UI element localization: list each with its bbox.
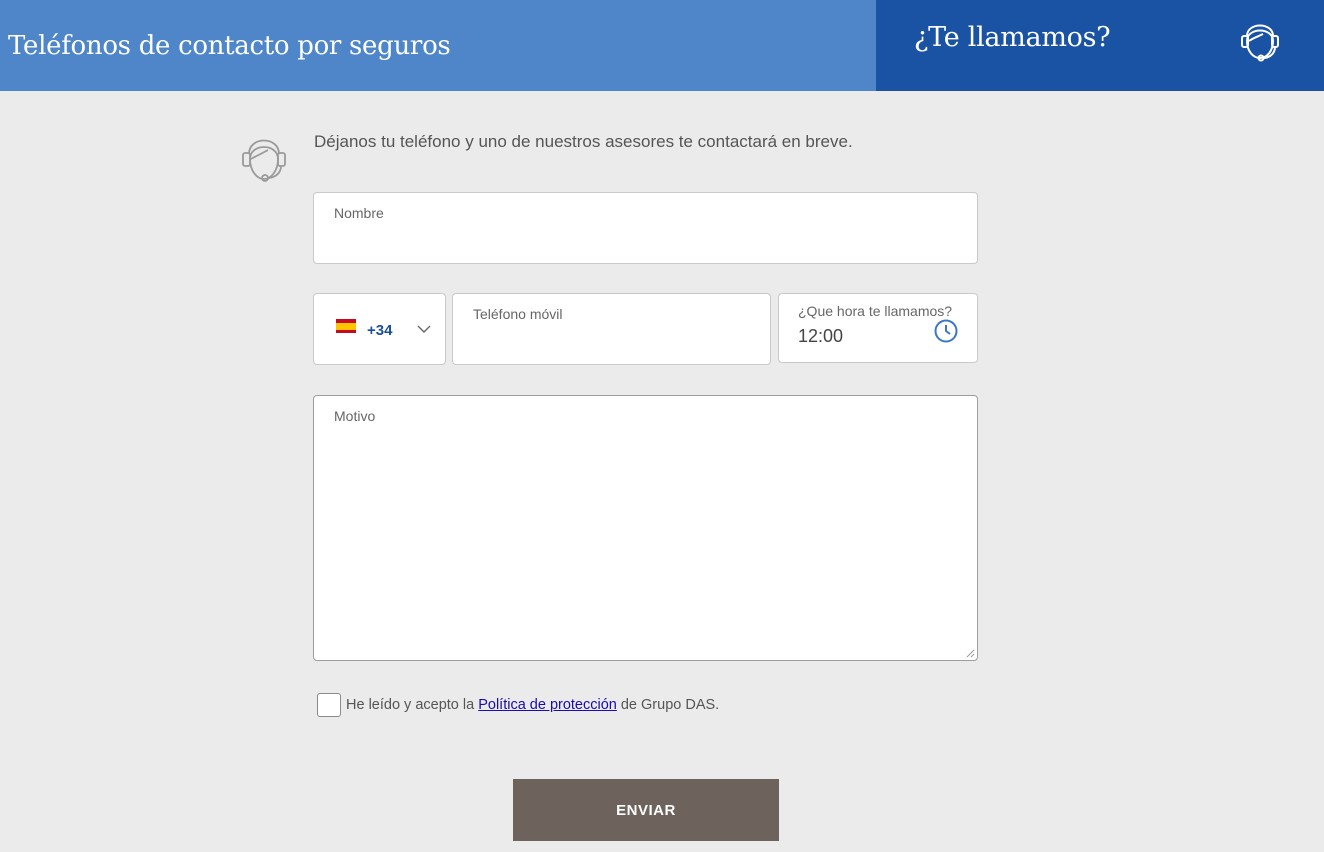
consent-text-after: de Grupo DAS. [616, 697, 720, 713]
submit-button[interactable]: ENVIAR [513, 779, 779, 841]
chevron-down-icon[interactable] [416, 323, 432, 335]
agent-headset-icon [242, 139, 286, 182]
callback-title[interactable]: ¿Te llamamos? [914, 22, 1111, 53]
call-time-value[interactable]: 12:00 [798, 326, 843, 347]
name-field-label: Nombre [334, 205, 384, 221]
privacy-consent-checkbox[interactable] [317, 693, 341, 717]
headset-agent-icon[interactable] [1233, 14, 1287, 68]
resize-grip-icon[interactable] [965, 648, 975, 658]
name-field[interactable]: Nombre [313, 192, 978, 264]
mobile-phone-field[interactable]: Teléfono móvil [452, 293, 771, 365]
header-title-bar: Teléfonos de contacto por seguros [0, 0, 876, 91]
country-code-select[interactable]: +34 [313, 293, 446, 365]
page-title: Teléfonos de contacto por seguros [8, 30, 451, 61]
country-code-value: +34 [367, 322, 393, 339]
privacy-policy-link[interactable]: Política de protección [478, 697, 617, 713]
consent-text-before: He leído y acepto la [346, 697, 479, 713]
callback-banner[interactable]: ¿Te llamamos? [876, 0, 1324, 91]
mobile-phone-label: Teléfono móvil [473, 306, 563, 322]
privacy-consent-text: He leído y acepto la Política de protecc… [346, 697, 719, 713]
form-intro-text: Déjanos tu teléfono y uno de nuestros as… [314, 132, 853, 151]
reason-textarea[interactable]: Motivo [313, 395, 978, 661]
clock-icon[interactable] [933, 318, 959, 344]
call-time-label: ¿Que hora te llamamos? [798, 303, 953, 319]
call-time-field[interactable]: ¿Que hora te llamamos? 12:00 [778, 293, 978, 363]
reason-label: Motivo [334, 408, 376, 424]
spain-flag-icon [336, 319, 356, 333]
page-header: Teléfonos de contacto por seguros ¿Te ll… [0, 0, 1324, 91]
